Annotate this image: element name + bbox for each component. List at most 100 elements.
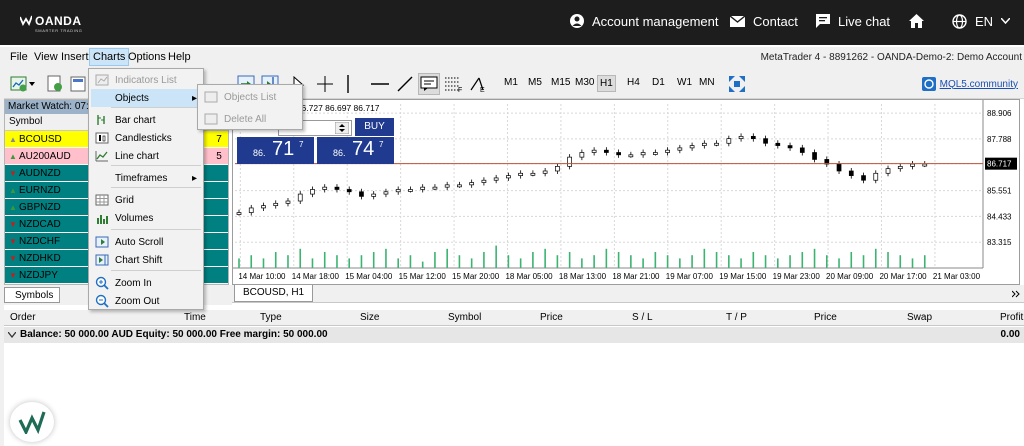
symbol-name: AU200AUD	[19, 150, 71, 162]
bullish-candle	[628, 154, 634, 158]
symbol-name: NZDCHF	[19, 235, 61, 247]
timeframe-w1[interactable]: W1	[675, 75, 694, 90]
svg-text:E: E	[480, 87, 485, 92]
charts-menu-line-chart[interactable]: Line chart	[91, 147, 201, 165]
down-arrow-icon: ▼	[9, 236, 17, 246]
column-header-type[interactable]: Type	[260, 312, 282, 323]
fullscreen-button[interactable]	[728, 73, 746, 95]
fibonacci-button[interactable]: F	[444, 73, 464, 95]
vertical-line-button[interactable]	[346, 73, 350, 95]
menu-item-icon-slot	[93, 276, 111, 290]
menu-charts[interactable]: Charts	[89, 48, 130, 66]
bullish-candle	[518, 172, 523, 176]
buy-price-box[interactable]: 86. 74 7	[317, 137, 394, 164]
mql5-community-link[interactable]: MQL5.community	[921, 77, 1018, 91]
charts-menu-indicators-list[interactable]: Indicators List	[91, 71, 201, 89]
symbol-name: EURNZD	[19, 184, 61, 196]
lot-stepper-icon[interactable]	[335, 122, 349, 134]
time-axis-label: 14 Mar 10:00	[238, 272, 286, 281]
bullish-candle	[530, 172, 536, 176]
data-window-button[interactable]	[68, 73, 88, 95]
charts-menu-chart-shift[interactable]: Chart Shift	[91, 251, 201, 269]
bullish-candle	[469, 182, 475, 186]
column-header-tp[interactable]: T / P	[726, 312, 747, 323]
crosshair-button[interactable]	[316, 73, 334, 95]
menu-bar: File View Insert Charts Options Help Met…	[0, 47, 1024, 69]
buy-button[interactable]: BUY	[355, 118, 394, 136]
profiles-icon	[47, 75, 62, 92]
bullish-candle	[273, 202, 279, 206]
charts-menu-candlesticks[interactable]: Candlesticks	[91, 129, 201, 147]
timeframe-m30[interactable]: M30	[573, 75, 596, 90]
column-header-price-current[interactable]: Price	[814, 312, 837, 323]
chart-tabbar: BCOUSD, H1	[232, 285, 1024, 303]
timeframe-m5[interactable]: M5	[526, 75, 544, 90]
timeframe-m15[interactable]: M15	[549, 75, 572, 90]
charts-menu-objects[interactable]: Objects ▸	[91, 89, 201, 107]
collapse-chevron-icon[interactable]	[8, 332, 16, 338]
scroll-right-icon[interactable]	[1012, 290, 1020, 298]
menu-separator	[111, 187, 201, 188]
time-axis-label: 19 Mar 23:00	[773, 272, 821, 281]
sell-price-box[interactable]: 86. 71 7	[237, 137, 314, 164]
charts-menu-auto-scroll[interactable]: Auto Scroll	[91, 233, 201, 251]
time-axis-label: 19 Mar 07:00	[666, 272, 714, 281]
charts-menu-label: Zoom Out	[115, 295, 160, 307]
symbol-name: AUDNZD	[19, 167, 61, 179]
objects-shapes-button[interactable]: E	[468, 73, 488, 95]
column-header-price[interactable]: Price	[540, 312, 563, 323]
menu-view[interactable]: View	[34, 51, 58, 63]
bullish-candle	[285, 200, 291, 204]
charts-menu-zoom-out[interactable]: Zoom Out	[91, 292, 201, 310]
contact-link[interactable]: Contact	[730, 11, 798, 31]
column-header-swap[interactable]: Swap	[907, 312, 932, 323]
column-header-symbol[interactable]: Symbol	[448, 312, 481, 323]
column-header-sl[interactable]: S / L	[632, 312, 653, 323]
timeframe-h1[interactable]: H1	[597, 75, 616, 92]
submenu-objects-list[interactable]: Objects List	[200, 88, 310, 106]
text-label-button[interactable]	[418, 73, 440, 95]
new-chart-button[interactable]	[8, 73, 38, 95]
chart-shift-icon	[95, 254, 109, 266]
live-chat-link[interactable]: Live chat	[816, 11, 890, 31]
timeframe-h4[interactable]: H4	[625, 75, 642, 90]
time-axis-label: 18 Mar 13:00	[559, 272, 607, 281]
bullish-candle	[579, 152, 585, 158]
menu-file[interactable]: File	[10, 51, 28, 63]
bullish-candle	[420, 186, 426, 190]
text-label-icon	[420, 76, 438, 91]
menu-insert[interactable]: Insert	[61, 51, 89, 63]
account-management-link[interactable]: Account management	[570, 11, 718, 31]
charts-menu-grid[interactable]: Grid	[91, 191, 201, 209]
column-header-profit[interactable]: Profit	[1000, 312, 1023, 323]
horizontal-line-button[interactable]	[370, 73, 390, 95]
menu-options[interactable]: Options	[128, 51, 166, 63]
timeframe-d1[interactable]: D1	[650, 75, 667, 90]
live-chat-label: Live chat	[838, 13, 891, 29]
charts-menu-label: Zoom In	[115, 277, 152, 289]
column-header-order[interactable]: Order	[10, 312, 36, 323]
charts-menu-volumes[interactable]: Volumes	[91, 209, 201, 227]
chart-tab-bcousd[interactable]: BCOUSD, H1	[234, 285, 314, 302]
charts-menu-label: Auto Scroll	[115, 236, 164, 248]
profiles-button[interactable]	[44, 73, 66, 95]
column-header-size[interactable]: Size	[360, 312, 379, 323]
charts-menu-bar-chart[interactable]: Bar chart	[91, 111, 201, 129]
symbols-tab[interactable]: Symbols	[4, 287, 60, 303]
price-axis-label: 84.433	[987, 212, 1012, 221]
balance-text: Balance: 50 000.00 AUD Equity: 50 000.00…	[20, 329, 328, 340]
trendline-button[interactable]	[396, 73, 414, 95]
total-profit: 0.00	[1000, 329, 1020, 340]
bullish-candle	[922, 163, 928, 167]
charts-menu-timeframes[interactable]: Timeframes ▸	[91, 169, 201, 187]
menu-help[interactable]: Help	[168, 51, 191, 63]
timeframe-mn[interactable]: MN	[697, 75, 717, 90]
submenu-delete-all[interactable]: Delete All	[200, 110, 310, 128]
timeframe-m1[interactable]: M1	[502, 75, 520, 90]
oanda-logo[interactable]: OANDA SMARTER TRADING	[20, 12, 90, 34]
column-header-time[interactable]: Time	[184, 312, 206, 323]
home-link[interactable]	[909, 11, 924, 31]
charts-menu-zoom-in[interactable]: Zoom In	[91, 274, 201, 292]
language-selector[interactable]: EN	[952, 11, 1011, 31]
candlesticks-icon	[95, 132, 109, 144]
